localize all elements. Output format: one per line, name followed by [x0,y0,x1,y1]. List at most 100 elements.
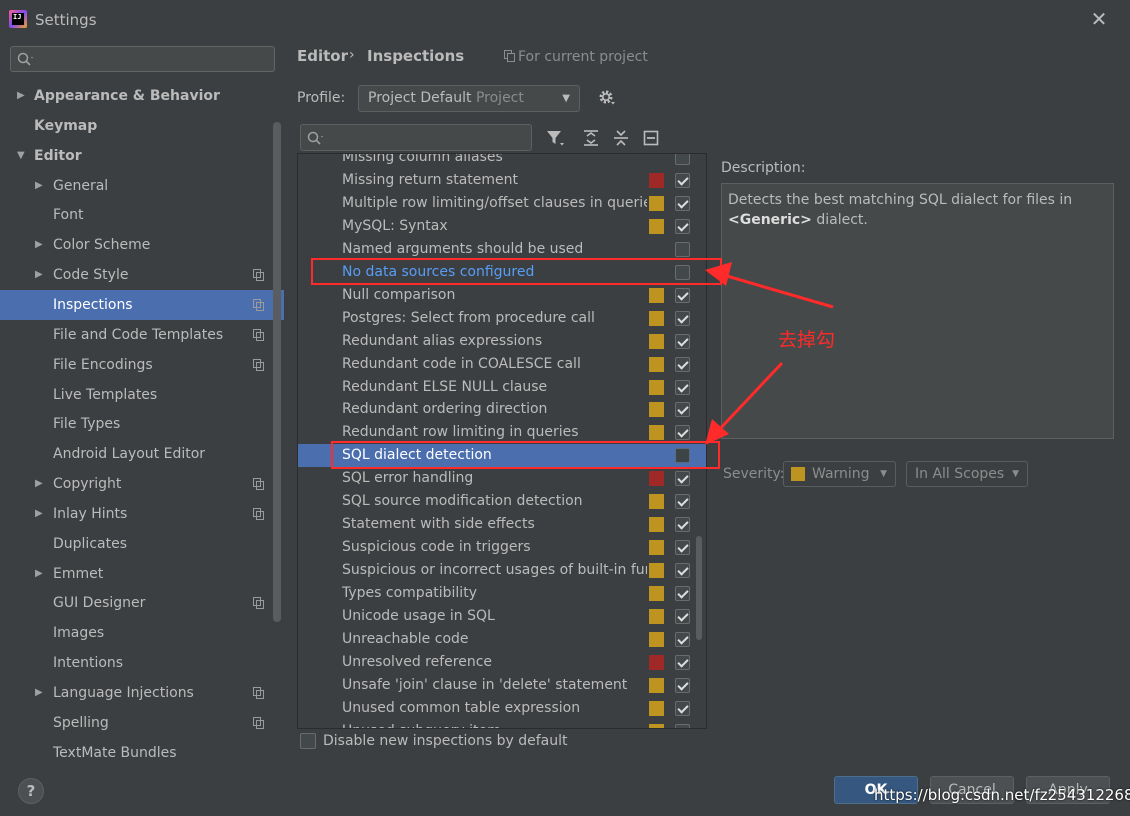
inspection-enabled-checkbox[interactable] [675,287,690,303]
sidebar-item-intentions[interactable]: Intentions [0,648,284,678]
help-button[interactable]: ? [18,778,44,804]
inspection-enabled-checkbox[interactable] [675,402,690,418]
sidebar-item-color-scheme[interactable]: ▶ Color Scheme [0,230,284,260]
sidebar-item-language-injections[interactable]: ▶ Language Injections [0,678,284,708]
inspection-row[interactable]: Unused common table expression [298,697,706,720]
inspection-enabled-checkbox[interactable] [675,586,690,602]
sidebar-item-file-types[interactable]: File Types [0,409,284,439]
inspection-row[interactable]: Multiple row limiting/offset clauses in … [298,192,706,215]
inspection-enabled-checkbox[interactable] [675,540,690,556]
intellij-app-icon: IJ [9,10,27,28]
sidebar-item-android-layout-editor[interactable]: Android Layout Editor [0,439,284,469]
close-icon[interactable]: ✕ [1089,8,1109,30]
inspection-enabled-checkbox[interactable] [675,677,690,693]
inspection-row[interactable]: Redundant alias expressions [298,330,706,353]
filter-icon[interactable] [545,128,565,148]
inspection-row[interactable]: SQL source modification detection [298,490,706,513]
inspection-enabled-checkbox[interactable] [675,310,690,326]
reset-to-default-icon[interactable] [641,128,661,148]
inspection-enabled-checkbox[interactable] [675,172,690,188]
inspection-enabled-checkbox[interactable] [675,356,690,372]
chevron-right-icon[interactable]: ▶ [35,559,43,589]
chevron-right-icon[interactable]: ▶ [35,171,43,201]
inspection-enabled-checkbox[interactable] [675,379,690,395]
annotation-text: 去掉勾 [778,329,836,351]
chevron-right-icon[interactable]: ▶ [17,81,25,111]
sidebar-item-keymap[interactable]: Keymap [0,111,284,141]
inspection-enabled-checkbox[interactable] [675,218,690,234]
settings-search-input[interactable] [10,46,275,72]
expand-all-icon[interactable] [581,128,601,148]
inspection-row[interactable]: SQL error handling [298,467,706,490]
chevron-right-icon[interactable]: ▶ [35,499,43,529]
inspection-row[interactable]: MySQL: Syntax [298,215,706,238]
sidebar-item-inlay-hints[interactable]: ▶ Inlay Hints [0,499,284,529]
sidebar-item-inspections[interactable]: Inspections [0,289,284,320]
severity-swatch [791,467,805,481]
scope-dropdown[interactable]: In All Scopes ▼ [906,461,1028,487]
inspection-enabled-checkbox[interactable] [675,700,690,716]
profile-dropdown[interactable]: Project Default Project ▼ [358,85,580,112]
sidebar-item-file-encodings[interactable]: File Encodings [0,350,284,380]
inspection-enabled-checkbox[interactable] [675,723,690,728]
inspection-row[interactable]: Redundant ELSE NULL clause [298,376,706,399]
inspection-search-input[interactable] [300,124,532,151]
sidebar-item-duplicates[interactable]: Duplicates [0,529,284,559]
inspection-row[interactable]: Types compatibility [298,582,706,605]
inspection-row[interactable]: Missing return statement [298,169,706,192]
sidebar-scrollbar[interactable] [273,122,281,622]
inspection-enabled-checkbox[interactable] [675,494,690,510]
list-scrollbar[interactable] [696,536,702,640]
sidebar-item-editor[interactable]: ▼ Editor [0,141,284,171]
gear-icon[interactable] [598,89,616,107]
sidebar-item-textmate-bundles[interactable]: TextMate Bundles [0,738,284,768]
chevron-right-icon[interactable]: ▶ [35,678,43,708]
sidebar-item-copyright[interactable]: ▶ Copyright [0,469,284,499]
inspection-row[interactable]: Statement with side effects [298,513,706,536]
inspection-row[interactable]: Redundant code in COALESCE call [298,353,706,376]
sidebar-item-general[interactable]: ▶ General [0,171,284,201]
chevron-right-icon[interactable]: ▶ [35,230,43,260]
inspection-row[interactable]: Unused subquery item [298,720,706,728]
inspection-row[interactable]: Unicode usage in SQL [298,605,706,628]
chevron-right-icon[interactable]: ▶ [35,469,43,499]
sidebar-item-spelling[interactable]: Spelling [0,708,284,738]
inspection-enabled-checkbox[interactable] [675,425,690,441]
inspection-enabled-checkbox[interactable] [675,609,690,624]
inspection-enabled-checkbox[interactable] [675,241,690,257]
inspection-row[interactable]: Null comparison [298,284,706,307]
chevron-down-icon[interactable]: ▼ [17,141,25,171]
sidebar-item-gui-designer[interactable]: GUI Designer [0,588,284,618]
inspection-row[interactable]: Suspicious or incorrect usages of built-… [298,559,706,582]
inspection-enabled-checkbox[interactable] [675,654,690,670]
inspection-enabled-checkbox[interactable] [675,563,690,579]
inspection-enabled-checkbox[interactable] [675,517,690,533]
breadcrumb-inspections: Inspections [367,47,465,65]
watermark: https://blog.csdn.net/fz2543122681 [874,786,1130,804]
sidebar-item-live-templates[interactable]: Live Templates [0,380,284,410]
sidebar-item-images[interactable]: Images [0,618,284,648]
inspection-enabled-checkbox[interactable] [675,154,690,165]
inspection-row[interactable]: Unreachable code [298,628,706,651]
inspection-row[interactable]: Unsafe 'join' clause in 'delete' stateme… [298,674,706,697]
inspection-row[interactable]: Missing column aliases [298,154,706,169]
inspection-row[interactable]: Suspicious code in triggers [298,536,706,559]
sidebar-item-code-style[interactable]: ▶ Code Style [0,260,284,290]
sidebar-item-appearance-behavior[interactable]: ▶ Appearance & Behavior [0,81,284,111]
inspection-enabled-checkbox[interactable] [675,333,690,349]
inspection-enabled-checkbox[interactable] [675,195,690,211]
inspection-enabled-checkbox[interactable] [675,471,690,487]
severity-dropdown[interactable]: Warning ▼ [783,461,896,487]
inspection-row[interactable]: Postgres: Select from procedure call [298,307,706,330]
inspection-row[interactable]: Unresolved reference [298,651,706,674]
collapse-all-icon[interactable] [611,128,631,148]
sidebar-item-font[interactable]: Font [0,200,284,230]
inspection-enabled-checkbox[interactable] [675,631,690,647]
sidebar-item-emmet[interactable]: ▶ Emmet [0,559,284,589]
project-copy-icon [504,50,515,62]
inspection-name: Redundant alias expressions [342,332,543,349]
chevron-right-icon[interactable]: ▶ [35,260,43,290]
disable-new-inspections-checkbox[interactable] [300,733,316,749]
inspection-row[interactable]: Redundant ordering direction [298,398,706,421]
sidebar-item-file-and-code-templates[interactable]: File and Code Templates [0,320,284,350]
